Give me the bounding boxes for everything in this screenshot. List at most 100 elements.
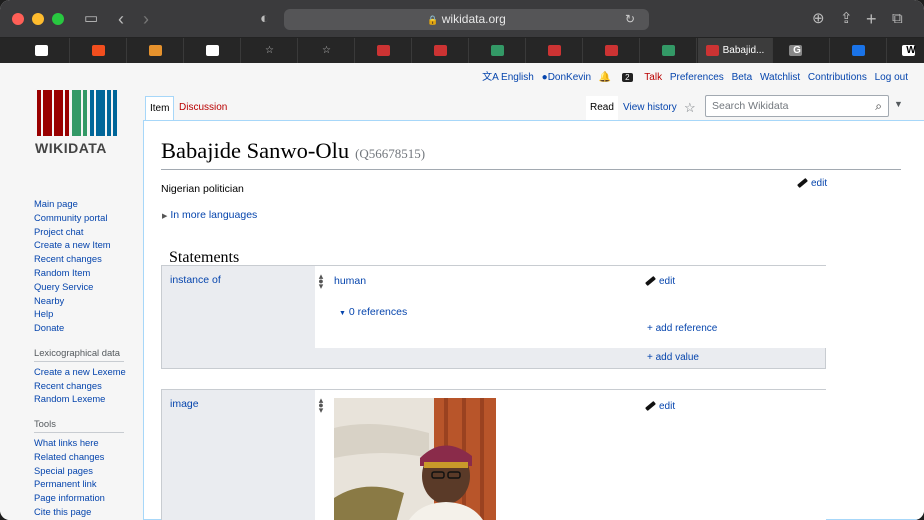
- privacy-shield-icon[interactable]: ◐: [260, 10, 269, 28]
- rank-selector-icon[interactable]: ▴ ● ▾: [318, 396, 324, 415]
- browser-tab[interactable]: ☆: [242, 38, 298, 63]
- reload-icon[interactable]: ↻: [625, 9, 635, 30]
- downloads-icon[interactable]: ⊕: [812, 10, 825, 28]
- tab-view-history[interactable]: View history: [619, 96, 681, 120]
- sidebar-link[interactable]: Query Service: [34, 280, 134, 294]
- property-link[interactable]: instance of: [170, 274, 221, 286]
- logout-link[interactable]: Log out: [875, 72, 908, 83]
- references-toggle[interactable]: ▼ 0 references: [339, 306, 407, 318]
- value-link-human[interactable]: human: [334, 275, 366, 287]
- close-window-button[interactable]: [12, 13, 24, 25]
- sidebar-link[interactable]: Donate: [34, 321, 134, 335]
- tab-read[interactable]: Read: [586, 96, 618, 120]
- lock-icon: 🔒: [427, 15, 439, 25]
- language-selector[interactable]: 文A English: [482, 72, 534, 83]
- notices-icon[interactable]: 2: [622, 73, 633, 82]
- tab-label: ☆: [322, 45, 331, 56]
- sidebar-link[interactable]: Recent changes: [34, 252, 134, 266]
- sidebar-link[interactable]: Community portal: [34, 211, 134, 225]
- browser-tab[interactable]: [356, 38, 412, 63]
- item-id: (Q56678515): [355, 146, 426, 161]
- github-icon: [35, 44, 48, 56]
- github-icon: [206, 44, 219, 56]
- search-input[interactable]: Search Wikidata ⌕: [705, 95, 889, 117]
- sidebar: Main page Community portal Project chat Cre…: [34, 197, 134, 520]
- preferences-link[interactable]: Preferences: [670, 72, 724, 83]
- wikidata-logo[interactable]: [37, 90, 117, 136]
- lexeme-heading: Lexicographical data: [34, 346, 124, 362]
- watch-star-icon[interactable]: ☆: [680, 96, 700, 120]
- tab-label: G: [793, 45, 801, 56]
- bell-icon[interactable]: 🔔: [599, 72, 611, 83]
- sidebar-link[interactable]: Main page: [34, 197, 134, 211]
- contributions-link[interactable]: Contributions: [808, 72, 867, 83]
- talk-link[interactable]: Talk: [644, 72, 662, 83]
- sidebar-link[interactable]: Random Item: [34, 266, 134, 280]
- browser-tab[interactable]: [185, 38, 241, 63]
- main-content: Babajide Sanwo-Olu (Q56678515) Nigerian p…: [143, 120, 924, 520]
- sidebar-link[interactable]: Related changes: [34, 450, 134, 464]
- tab-discussion[interactable]: Discussion: [175, 96, 231, 120]
- drive-icon: [852, 44, 865, 56]
- property-link[interactable]: image: [170, 398, 199, 410]
- back-icon[interactable]: ‹: [118, 10, 124, 28]
- browser-tab[interactable]: [470, 38, 526, 63]
- browser-tab[interactable]: [527, 38, 583, 63]
- browser-toolbar: ▭ ‹ › ◐ 🔒 wikidata.org ↻ ⊕ ⇪ + ⧉: [0, 0, 924, 38]
- sidebar-link[interactable]: Special pages: [34, 464, 134, 478]
- sidebar-link[interactable]: Cite this page: [34, 505, 134, 519]
- sidebar-link[interactable]: Permanent link: [34, 477, 134, 491]
- sidebar-link[interactable]: Page information: [34, 491, 134, 505]
- edit-description-button[interactable]: edit: [797, 178, 827, 189]
- portrait-image[interactable]: [334, 398, 496, 520]
- tab-overview-icon[interactable]: ⧉: [892, 10, 903, 28]
- browser-tab[interactable]: [71, 38, 127, 63]
- edit-statement-button[interactable]: edit: [645, 276, 675, 287]
- search-icon[interactable]: ⌕: [875, 96, 882, 116]
- browser-tab[interactable]: [14, 38, 70, 63]
- beta-link[interactable]: Beta: [732, 72, 753, 83]
- pencil-icon: [797, 178, 808, 189]
- sidebar-link[interactable]: Recent changes: [34, 379, 134, 393]
- bookmark-icon: [149, 44, 162, 56]
- sidebar-link[interactable]: Create a new Item: [34, 238, 134, 252]
- share-icon[interactable]: ⇪: [840, 10, 853, 28]
- watchlist-link[interactable]: Watchlist: [760, 72, 800, 83]
- browser-tab[interactable]: W: [888, 38, 924, 63]
- forward-icon[interactable]: ›: [143, 10, 149, 28]
- sidebar-link[interactable]: Nearby: [34, 294, 134, 308]
- browser-tab[interactable]: G: [774, 38, 830, 63]
- tab-label: Babajid...: [722, 45, 765, 56]
- new-tab-icon[interactable]: +: [866, 10, 877, 28]
- wikidata-page: 文A English ●DonKevin 🔔 2 Talk Preference…: [0, 63, 924, 520]
- wikidata-icon: [377, 44, 390, 56]
- browser-tab[interactable]: Babajid...: [698, 38, 773, 63]
- user-link[interactable]: ●DonKevin: [542, 72, 591, 83]
- sidebar-link[interactable]: Random Lexeme: [34, 392, 134, 406]
- address-bar[interactable]: 🔒 wikidata.org ↻: [284, 9, 649, 30]
- sidebar-link[interactable]: Help: [34, 307, 134, 321]
- rank-selector-icon[interactable]: ▴ ● ▾: [318, 272, 324, 291]
- navigation-portal: Main page Community portal Project chat Cre…: [34, 197, 134, 335]
- sidebar-link[interactable]: Project chat: [34, 225, 134, 239]
- browser-tab[interactable]: [641, 38, 697, 63]
- add-reference-button[interactable]: + add reference: [647, 323, 717, 334]
- browser-tab[interactable]: ☆: [299, 38, 355, 63]
- tab-item[interactable]: Item: [145, 96, 175, 120]
- zoom-window-button[interactable]: [52, 13, 64, 25]
- tab-label: ☆: [265, 45, 274, 56]
- browser-tab[interactable]: [584, 38, 640, 63]
- sidebar-link[interactable]: What links here: [34, 436, 134, 450]
- wikidata-icon: [662, 44, 675, 56]
- more-actions-chevron-icon[interactable]: ▼: [894, 99, 903, 109]
- sidebar-toggle-icon[interactable]: ▭: [84, 10, 98, 28]
- add-value-button[interactable]: + add value: [647, 352, 699, 363]
- browser-tab[interactable]: [413, 38, 469, 63]
- browser-tab[interactable]: [831, 38, 887, 63]
- edit-statement-button[interactable]: edit: [645, 401, 675, 412]
- browser-tab[interactable]: [128, 38, 184, 63]
- sidebar-link[interactable]: Create a new Lexeme: [34, 365, 134, 379]
- lexeme-portal: Create a new Lexeme Recent changes Random …: [34, 365, 134, 406]
- minimize-window-button[interactable]: [32, 13, 44, 25]
- in-more-languages-toggle[interactable]: ▶ In more languages: [162, 209, 257, 221]
